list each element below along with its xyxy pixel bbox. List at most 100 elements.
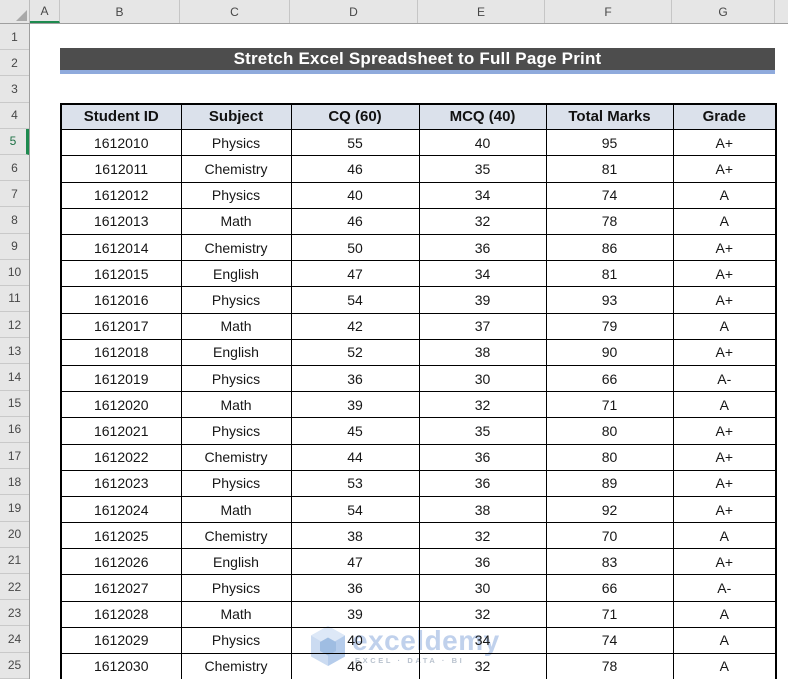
table-cell[interactable]: A- <box>672 574 777 602</box>
row-header-14[interactable]: 14 <box>0 364 29 391</box>
table-cell[interactable]: 38 <box>418 495 547 524</box>
table-cell[interactable]: 39 <box>290 600 420 628</box>
table-cell[interactable]: A+ <box>672 495 777 524</box>
table-cell[interactable]: 37 <box>418 312 547 340</box>
table-cell[interactable]: 1612030 <box>60 653 182 679</box>
table-cell[interactable]: Chemistry <box>180 155 292 183</box>
table-cell[interactable]: 1612027 <box>60 574 182 602</box>
table-cell[interactable]: Math <box>180 312 292 340</box>
table-cell[interactable]: A+ <box>672 260 777 288</box>
table-cell[interactable]: 40 <box>418 129 547 157</box>
table-cell[interactable]: A <box>672 653 777 679</box>
table-cell[interactable]: 1612029 <box>60 626 182 655</box>
table-cell[interactable]: 38 <box>418 338 547 366</box>
table-cell[interactable]: Chemistry <box>180 443 292 471</box>
table-cell[interactable]: 40 <box>290 181 420 209</box>
table-cell[interactable]: 1612019 <box>60 364 182 393</box>
table-cell[interactable]: 90 <box>545 338 674 366</box>
table-cell[interactable]: 1612015 <box>60 260 182 288</box>
table-cell[interactable]: A+ <box>672 338 777 366</box>
table-cell[interactable]: 86 <box>545 234 674 262</box>
table-cell[interactable]: Math <box>180 391 292 419</box>
row-header-15[interactable]: 15 <box>0 391 29 417</box>
table-cell[interactable]: 74 <box>545 181 674 209</box>
table-cell[interactable]: 45 <box>290 417 420 445</box>
table-cell[interactable]: 1612021 <box>60 417 182 445</box>
row-header-19[interactable]: 19 <box>0 495 29 522</box>
column-header-E[interactable]: E <box>418 0 545 23</box>
table-cell[interactable]: 39 <box>290 391 420 419</box>
table-cell[interactable]: 66 <box>545 574 674 602</box>
table-cell[interactable]: 1612017 <box>60 312 182 340</box>
row-header-24[interactable]: 24 <box>0 626 29 653</box>
table-cell[interactable]: 93 <box>545 286 674 314</box>
table-cell[interactable]: English <box>180 260 292 288</box>
row-header-13[interactable]: 13 <box>0 338 29 365</box>
table-cell[interactable]: English <box>180 338 292 366</box>
table-cell[interactable]: Math <box>180 207 292 236</box>
table-cell[interactable]: A <box>672 312 777 340</box>
column-header-G[interactable]: G <box>672 0 775 23</box>
table-cell[interactable]: 53 <box>290 469 420 497</box>
table-cell[interactable]: 1612026 <box>60 548 182 576</box>
table-cell[interactable]: A+ <box>672 129 777 157</box>
table-cell[interactable]: 79 <box>545 312 674 340</box>
table-cell[interactable]: 80 <box>545 443 674 471</box>
column-header-F[interactable]: F <box>545 0 672 23</box>
row-header-21[interactable]: 21 <box>0 548 29 574</box>
row-header-17[interactable]: 17 <box>0 443 29 470</box>
table-cell[interactable]: A <box>672 626 777 655</box>
table-cell[interactable]: A- <box>672 364 777 393</box>
table-cell[interactable]: Physics <box>180 181 292 209</box>
table-cell[interactable]: 71 <box>545 600 674 628</box>
column-header-D[interactable]: D <box>290 0 418 23</box>
row-header-18[interactable]: 18 <box>0 469 29 496</box>
row-header-25[interactable]: 25 <box>0 653 29 679</box>
row-header-3[interactable]: 3 <box>0 76 29 103</box>
table-cell[interactable]: Math <box>180 600 292 628</box>
table-cell[interactable]: 36 <box>418 234 547 262</box>
table-cell[interactable]: 1612028 <box>60 600 182 628</box>
table-cell[interactable]: 47 <box>290 260 420 288</box>
row-header-5[interactable]: 5 <box>0 128 29 155</box>
table-cell[interactable]: 66 <box>545 364 674 393</box>
row-header-22[interactable]: 22 <box>0 574 29 601</box>
table-cell[interactable]: 1612014 <box>60 234 182 262</box>
row-header-11[interactable]: 11 <box>0 286 29 313</box>
row-header-2[interactable]: 2 <box>0 50 29 77</box>
row-header-9[interactable]: 9 <box>0 234 29 260</box>
table-cell[interactable]: A+ <box>672 234 777 262</box>
column-header-B[interactable]: B <box>60 0 180 23</box>
table-cell[interactable]: A <box>672 600 777 628</box>
table-cell[interactable]: Physics <box>180 129 292 157</box>
table-cell[interactable]: 83 <box>545 548 674 576</box>
table-cell[interactable]: 70 <box>545 522 674 550</box>
table-cell[interactable]: A+ <box>672 469 777 497</box>
row-header-12[interactable]: 12 <box>0 312 29 339</box>
row-header-16[interactable]: 16 <box>0 417 29 443</box>
table-cell[interactable]: 71 <box>545 391 674 419</box>
table-cell[interactable]: 92 <box>545 495 674 524</box>
table-cell[interactable]: 40 <box>290 626 420 655</box>
row-header-8[interactable]: 8 <box>0 207 29 234</box>
sheet-canvas[interactable]: Stretch Excel Spreadsheet to Full Page P… <box>30 24 788 679</box>
table-cell[interactable]: 1612023 <box>60 469 182 497</box>
table-cell[interactable]: 42 <box>290 312 420 340</box>
table-cell[interactable]: 78 <box>545 207 674 236</box>
table-cell[interactable]: 36 <box>418 548 547 576</box>
row-header-1[interactable]: 1 <box>0 24 29 51</box>
table-cell[interactable]: A+ <box>672 155 777 183</box>
table-cell[interactable]: 81 <box>545 260 674 288</box>
table-cell[interactable]: 80 <box>545 417 674 445</box>
table-cell[interactable]: A <box>672 391 777 419</box>
table-cell[interactable]: 1612022 <box>60 443 182 471</box>
table-cell[interactable]: 34 <box>418 260 547 288</box>
table-cell[interactable]: Physics <box>180 417 292 445</box>
table-cell[interactable]: 36 <box>418 469 547 497</box>
table-cell[interactable]: 30 <box>418 574 547 602</box>
table-cell[interactable]: 47 <box>290 548 420 576</box>
table-cell[interactable]: 34 <box>418 181 547 209</box>
table-cell[interactable]: 1612025 <box>60 522 182 550</box>
table-header-cell[interactable]: Student ID <box>60 103 182 131</box>
table-cell[interactable]: 32 <box>418 653 547 679</box>
